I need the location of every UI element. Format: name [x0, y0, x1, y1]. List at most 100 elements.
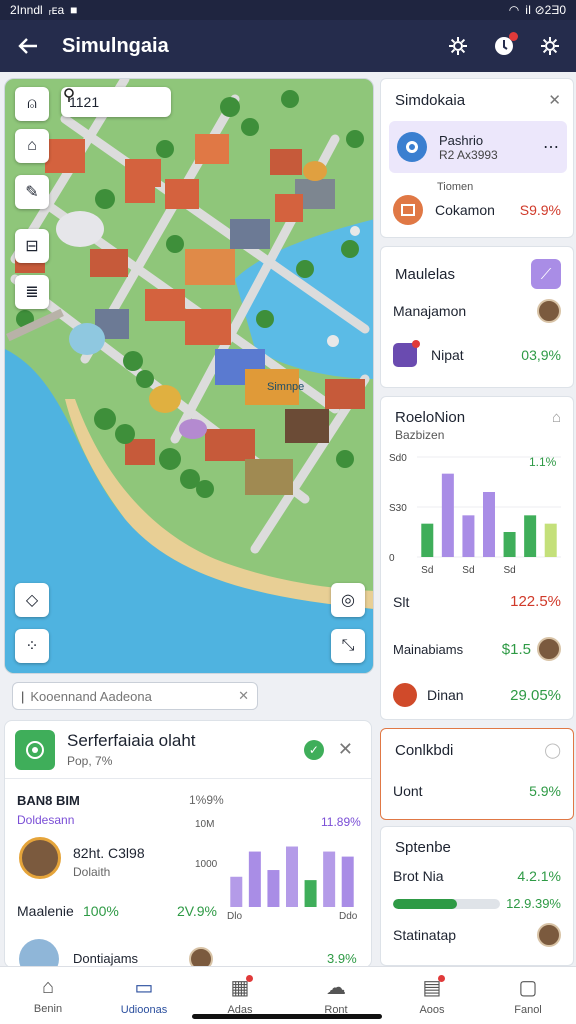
panel-title: Conlkbdi [395, 741, 454, 759]
gear-icon [449, 37, 467, 55]
status-time: 2Inndl [10, 3, 43, 17]
house-icon: ⌂ [27, 137, 37, 154]
panel-title: RoeloNion [395, 409, 466, 426]
search-bar[interactable]: | ✕ [12, 682, 258, 710]
page-title: Simulngaia [62, 34, 169, 57]
alerts-button[interactable] [492, 32, 518, 58]
basket-icon: ⊟ [25, 238, 39, 255]
chart-bar [503, 532, 516, 557]
nav-item-5[interactable]: ▢ Fanol [480, 967, 576, 1024]
nav-item-4[interactable]: ▤ Aoos [384, 967, 480, 1024]
temple-icon [19, 939, 59, 967]
active-item[interactable]: Pashrio R2 Ax3993 ⋯ [389, 121, 567, 173]
section-title: BAN8 BIM [17, 793, 80, 808]
chart-subtitle: Bazbizen [395, 428, 445, 442]
chart-badge: 1.1% [529, 455, 557, 469]
item2-value: S9.9% [519, 202, 561, 218]
progress-bar [393, 898, 501, 909]
person-role: Dolaith [73, 865, 111, 879]
chart-row2: Mainabiams [393, 641, 464, 657]
y-tick-label: S30 [389, 503, 407, 514]
y-tick-label: 0 [389, 553, 395, 564]
map-tool-expand[interactable]: ⤡ [331, 629, 365, 663]
back-button[interactable] [14, 32, 42, 60]
more-icon[interactable]: ⋯ [543, 137, 559, 157]
nav-badge [438, 975, 445, 982]
sp-avatar [537, 923, 561, 947]
close-button[interactable]: ✕ [338, 739, 353, 760]
person-value: 82ht. C3l98 [73, 845, 145, 861]
mini-bar [230, 876, 243, 907]
maul-row2-value: 03,9% [521, 347, 561, 363]
item1-sub: R2 Ax3993 [439, 147, 498, 162]
chart-bar [421, 523, 434, 557]
target-icon [397, 132, 427, 162]
panel-icon: ▢ [518, 977, 538, 999]
status-carrier: ᵣᴇa [48, 3, 65, 17]
mini-bar [286, 846, 298, 907]
maul-row2: Nipat [431, 347, 464, 363]
home-indicator[interactable] [192, 1014, 382, 1019]
nav-label: Udioonas [120, 1004, 168, 1016]
region-card-body: BAN8 BIM 1%9% Doldesann 82ht. C3l98 Dola… [5, 779, 371, 967]
nav-item-1[interactable]: ▭ Udioonas [96, 967, 192, 1024]
clear-icon[interactable]: ✕ [238, 688, 249, 704]
nav-item-0[interactable]: ⌂ Benin [0, 967, 96, 1024]
user-icon: ◯ [544, 742, 561, 759]
mini-bar [267, 870, 280, 907]
options-button[interactable] [538, 34, 562, 58]
map-canvas [5, 79, 373, 673]
nav-label: Aoos [419, 1004, 445, 1016]
region-card-header: Serferfaiaia olaht Pop, 7% ✓ ✕ [5, 721, 371, 779]
progress-value: 12.9.39% [506, 896, 561, 911]
item2-label: Tiomen [437, 181, 474, 193]
map-tool-layers[interactable]: ≣ [15, 275, 49, 309]
settings-button[interactable] [446, 34, 470, 58]
panel-title: Sptenbe [395, 839, 451, 856]
row1-value: 2V.9% [177, 903, 217, 919]
map-tool-build[interactable]: ✎ [15, 175, 49, 209]
chart-bar [441, 473, 454, 557]
coordinate-box[interactable]: 1121 [61, 87, 171, 117]
map-tool-shop[interactable]: ⊟ [15, 229, 49, 263]
magic-wand-icon[interactable]: ⟋ [531, 259, 561, 289]
maul-row1: Manajamon [393, 303, 467, 319]
row1-pct: 100% [83, 903, 119, 919]
close-icon[interactable]: ✕ [548, 91, 561, 109]
map-tool-tag[interactable]: ◇ [15, 583, 49, 617]
chart-avatar [537, 637, 561, 661]
mini-bar [304, 880, 317, 907]
x-tick-label: Sd [503, 565, 515, 576]
map-tool-home[interactable]: ⌂ [15, 129, 49, 163]
arrow-left-icon [18, 38, 37, 54]
region-logo-icon [15, 729, 55, 770]
map-tool-zoom[interactable]: ⍝ [15, 87, 49, 121]
simulation-panel: Simdokaia ✕ Pashrio R2 Ax3993 ⋯ Tiomen C… [380, 78, 574, 238]
lock-icon: ⌂ [551, 409, 561, 426]
mini-bar [341, 856, 354, 907]
verified-check-icon[interactable]: ✓ [303, 739, 324, 760]
progress-fill [393, 898, 458, 909]
region-subtitle: Pop, 7% [67, 754, 113, 768]
chart-panel: RoeloNion ⌂ Bazbizen Sd0 S30 0 Sd Sd Sd 1.1% … [380, 396, 574, 720]
notification-dot [509, 32, 518, 41]
map-label: Simnpe [267, 381, 305, 393]
layers-icon: ≣ [25, 284, 39, 301]
chart-bar [544, 523, 557, 557]
gear-icon [541, 37, 559, 55]
map-tool-scatter[interactable]: ⁘ [15, 629, 49, 663]
chart-bar [462, 515, 475, 557]
subsection-label: Doldesann [17, 813, 75, 827]
city-map[interactable]: 1121 ⍝ ⌂ ✎ ⊟ ≣ ◇ ⁘ ◎ ⤡ Simnpe [4, 78, 374, 674]
search-input[interactable] [30, 688, 233, 704]
sp-row1: Brot Nia [393, 868, 444, 884]
calendar-icon [393, 340, 420, 367]
chart-bar [524, 515, 537, 557]
window-icon [393, 195, 423, 225]
home-icon: ⌂ [41, 976, 55, 998]
sptenbe-panel: Sptenbe Brot Nia 4.2.1% 12.9.39% Statina… [380, 826, 574, 966]
wifi-icon: ◠ [508, 3, 520, 17]
row1-label: Maalenie [17, 903, 74, 919]
map-tool-locate[interactable]: ◎ [331, 583, 365, 617]
location-pin-icon [64, 88, 74, 102]
